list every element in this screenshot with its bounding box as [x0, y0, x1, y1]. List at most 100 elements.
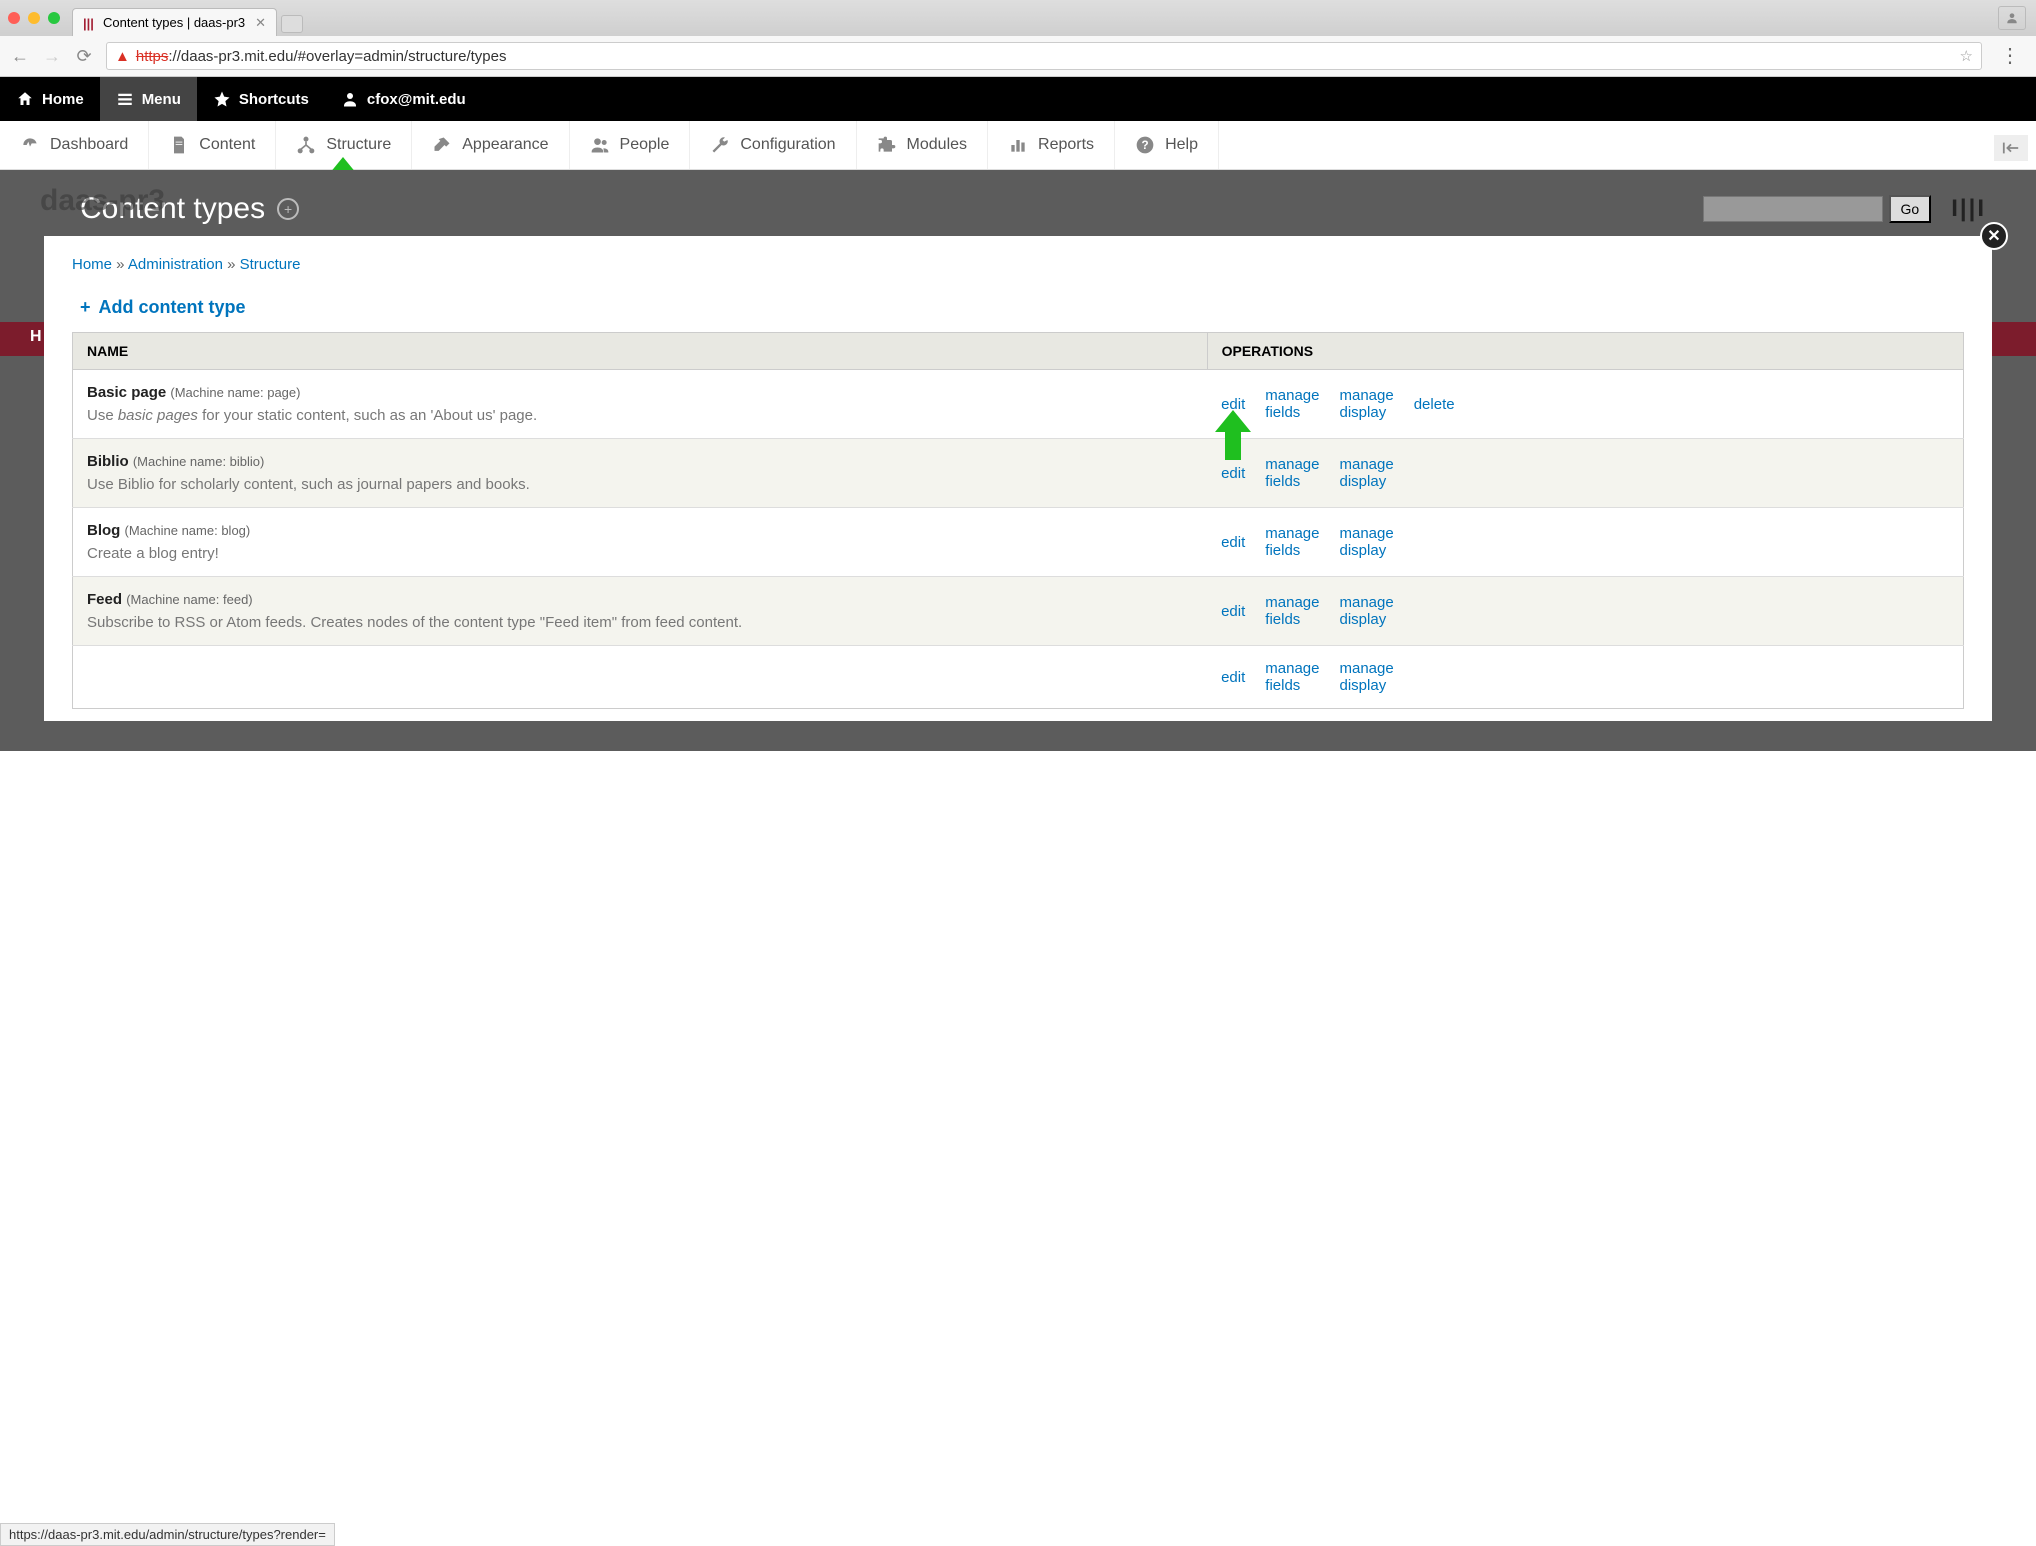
admin-menu[interactable]: Menu	[100, 77, 197, 121]
star-icon	[213, 90, 231, 108]
type-name: Blog	[87, 522, 120, 539]
type-name: Basic page	[87, 384, 166, 401]
breadcrumb-home[interactable]: Home	[72, 256, 112, 273]
op-edit[interactable]: edit	[1221, 534, 1245, 551]
admin-menu-bar: Dashboard Content Structure Appearance P…	[0, 121, 2036, 170]
browser-user-icon[interactable]	[1998, 6, 2026, 30]
admin-home[interactable]: Home	[0, 77, 100, 121]
menu-content[interactable]: Content	[149, 121, 276, 169]
table-row: edit managefields managedisplay	[73, 646, 1964, 709]
insecure-icon: ▲	[115, 48, 130, 65]
maximize-window-button[interactable]	[48, 12, 60, 24]
machine-name: (Machine name: blog)	[125, 523, 251, 538]
admin-home-label: Home	[42, 91, 84, 108]
browser-chrome: ||| Content types | daas-pr3 ✕ ← → ⟳ ▲ h…	[0, 0, 2036, 77]
type-name: Feed	[87, 591, 122, 608]
home-icon	[16, 90, 34, 108]
name-cell	[73, 646, 1208, 709]
new-tab-button[interactable]	[281, 15, 303, 33]
type-desc: Create a blog entry!	[87, 545, 1193, 562]
breadcrumb-admin[interactable]: Administration	[128, 256, 223, 273]
forward-button: →	[42, 46, 62, 67]
op-manage-display[interactable]: managedisplay	[1340, 387, 1394, 421]
ops-cell: edit managefields managedisplay	[1207, 439, 1963, 508]
browser-menu-icon[interactable]: ⋮	[1994, 46, 2026, 66]
add-content-type-link[interactable]: + Add content type	[80, 297, 246, 318]
type-desc: Subscribe to RSS or Atom feeds. Creates …	[87, 614, 1193, 631]
ops-cell: edit managefields managedisplay	[1207, 508, 1963, 577]
ops-cell: edit managefields managedisplay	[1207, 646, 1963, 709]
menu-label: Reports	[1038, 136, 1094, 154]
reload-button[interactable]: ⟳	[74, 46, 94, 67]
op-manage-display[interactable]: managedisplay	[1340, 456, 1394, 490]
content-icon	[169, 135, 189, 155]
menu-appearance[interactable]: Appearance	[412, 121, 569, 169]
url-proto: https	[136, 48, 169, 65]
tab-close-icon[interactable]: ✕	[255, 15, 266, 31]
machine-name: (Machine name: biblio)	[133, 454, 265, 469]
menu-people[interactable]: People	[570, 121, 691, 169]
op-manage-display[interactable]: managedisplay	[1340, 525, 1394, 559]
admin-toolbar: Home Menu Shortcuts cfox@mit.edu	[0, 77, 2036, 121]
op-edit[interactable]: edit	[1221, 603, 1245, 620]
page-header: Content types + Go I||I	[0, 170, 2036, 236]
op-manage-fields[interactable]: managefields	[1265, 525, 1319, 559]
menu-modules[interactable]: Modules	[857, 121, 988, 169]
back-button[interactable]: ←	[10, 46, 30, 67]
op-manage-fields[interactable]: managefields	[1265, 594, 1319, 628]
favicon-icon: |||	[83, 16, 97, 30]
ops-cell: edit managefields managedisplay	[1207, 577, 1963, 646]
breadcrumb-structure[interactable]: Structure	[240, 256, 301, 273]
address-bar: ← → ⟳ ▲ https ://daas-pr3.mit.edu/#overl…	[0, 36, 2036, 76]
machine-name: (Machine name: feed)	[126, 592, 252, 607]
reports-icon	[1008, 135, 1028, 155]
browser-tab[interactable]: ||| Content types | daas-pr3 ✕	[72, 8, 277, 36]
op-edit[interactable]: edit	[1221, 669, 1245, 686]
table-row: Biblio (Machine name: biblio)Use Biblio …	[73, 439, 1964, 508]
op-manage-fields[interactable]: managefields	[1265, 387, 1319, 421]
op-manage-fields[interactable]: managefields	[1265, 660, 1319, 694]
hamburger-icon	[116, 90, 134, 108]
status-bar: https://daas-pr3.mit.edu/admin/structure…	[0, 1523, 335, 1546]
type-desc: Use Biblio for scholarly content, such a…	[87, 476, 1193, 493]
admin-user[interactable]: cfox@mit.edu	[325, 77, 482, 121]
overlay-close-button[interactable]: ✕	[1980, 222, 2008, 250]
content-types-table: NAME OPERATIONS Basic page (Machine name…	[72, 332, 1964, 709]
mit-logo-icon: I||I	[1951, 195, 1986, 223]
menu-label: Structure	[326, 136, 391, 154]
close-window-button[interactable]	[8, 12, 20, 24]
op-delete[interactable]: delete	[1414, 396, 1455, 413]
user-icon	[341, 90, 359, 108]
people-icon	[590, 135, 610, 155]
minimize-window-button[interactable]	[28, 12, 40, 24]
menu-reports[interactable]: Reports	[988, 121, 1115, 169]
add-circle-icon[interactable]: +	[277, 198, 299, 220]
menu-label: People	[620, 136, 670, 154]
op-edit[interactable]: edit	[1221, 465, 1245, 482]
op-manage-display[interactable]: managedisplay	[1340, 660, 1394, 694]
name-cell: Blog (Machine name: blog) Create a blog e…	[73, 508, 1208, 577]
search-input[interactable]	[1703, 196, 1883, 222]
admin-user-label: cfox@mit.edu	[367, 91, 466, 108]
op-manage-display[interactable]: managedisplay	[1340, 594, 1394, 628]
search-go-button[interactable]: Go	[1889, 195, 1932, 223]
menu-configuration[interactable]: Configuration	[690, 121, 856, 169]
machine-name: (Machine name: page)	[170, 385, 300, 400]
type-desc: Use basic pages for your static content,…	[87, 407, 1193, 424]
menu-help[interactable]: ? Help	[1115, 121, 1219, 169]
admin-shortcuts[interactable]: Shortcuts	[197, 77, 325, 121]
url-text: ://daas-pr3.mit.edu/#overlay=admin/struc…	[168, 48, 506, 65]
breadcrumb: Home » Administration » Structure	[72, 256, 1964, 273]
name-cell: Basic page (Machine name: page) Use basic…	[73, 370, 1208, 439]
admin-shortcuts-label: Shortcuts	[239, 91, 309, 108]
add-link-label: Add content type	[99, 297, 246, 318]
site-search: Go I||I	[1703, 195, 1986, 223]
menu-label: Appearance	[462, 136, 548, 154]
menu-dashboard[interactable]: Dashboard	[0, 121, 149, 169]
url-input[interactable]: ▲ https ://daas-pr3.mit.edu/#overlay=adm…	[106, 42, 1982, 70]
op-manage-fields[interactable]: managefields	[1265, 456, 1319, 490]
menu-structure[interactable]: Structure	[276, 121, 412, 169]
collapse-menu-button[interactable]	[1994, 135, 2028, 161]
bookmark-icon[interactable]: ☆	[1960, 47, 1973, 65]
name-cell: Biblio (Machine name: biblio)Use Biblio …	[73, 439, 1208, 508]
